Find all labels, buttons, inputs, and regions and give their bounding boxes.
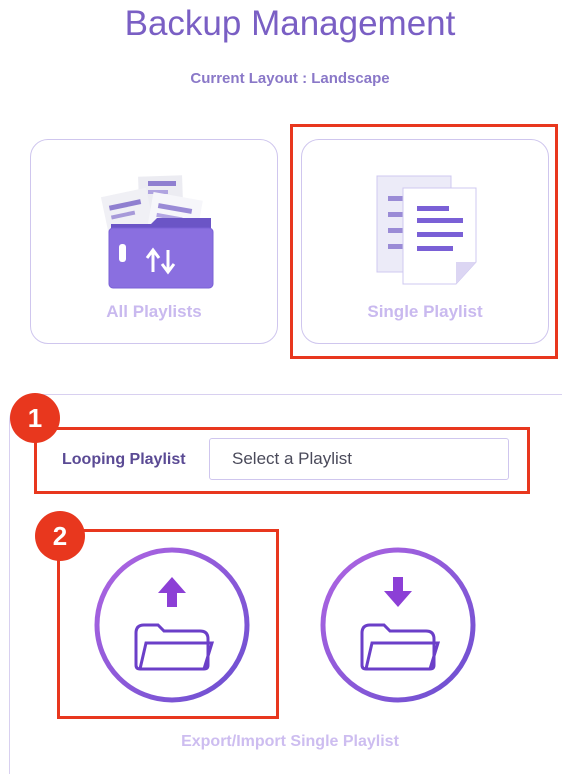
looping-playlist-highlight — [34, 427, 530, 494]
page-title: Backup Management — [124, 4, 456, 43]
current-layout-text: Current Layout : Landscape — [190, 70, 390, 87]
single-playlist-highlight — [290, 124, 558, 359]
export-import-caption: Export/Import Single Playlist — [181, 733, 399, 750]
backup-management-page: Backup Management Current Layout : Lands… — [0, 0, 562, 774]
folder-transfer-icon — [100, 175, 214, 289]
step-badge-2: 2 — [35, 511, 85, 561]
all-playlists-card[interactable]: All Playlists — [30, 139, 278, 344]
import-playlist-button[interactable] — [318, 545, 478, 705]
all-playlists-label: All Playlists — [106, 302, 202, 321]
export-button-highlight — [57, 529, 279, 719]
step-badge-1: 1 — [10, 393, 60, 443]
